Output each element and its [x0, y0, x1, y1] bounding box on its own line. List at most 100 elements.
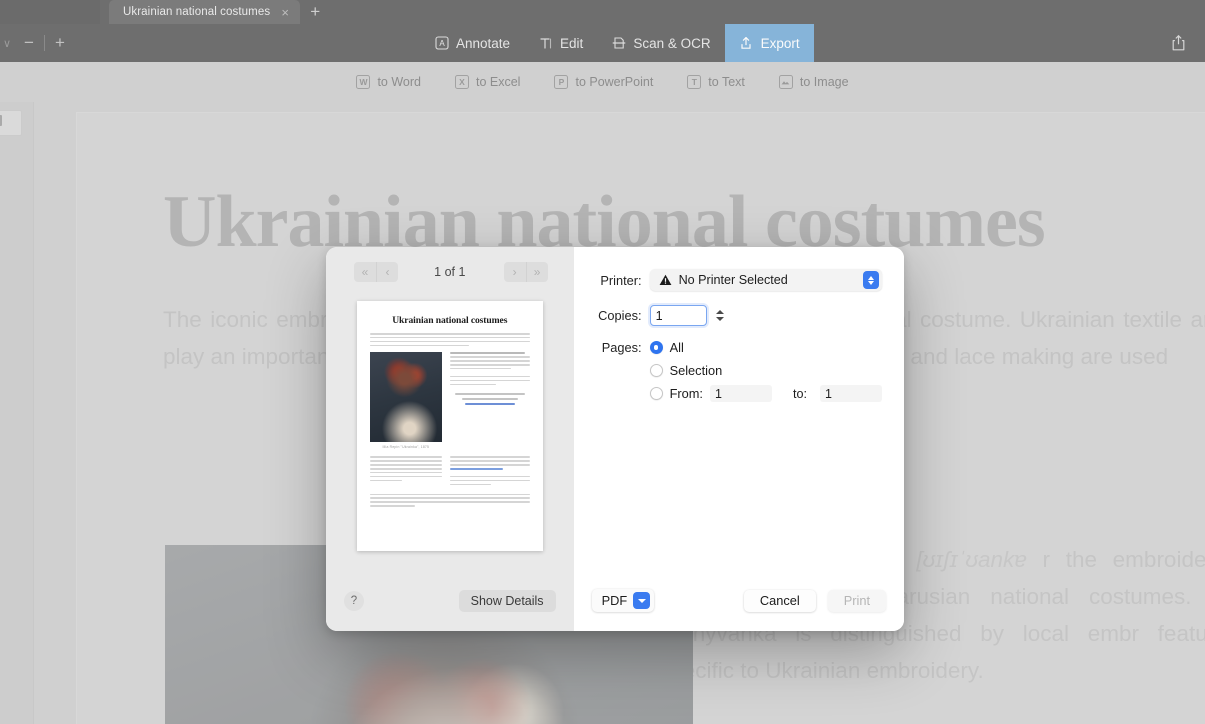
radio-all-label: All: [669, 340, 684, 355]
tab-ukrainian-national-costumes[interactable]: Ukrainian national costumes ×: [109, 0, 301, 24]
radio-selection[interactable]: [649, 363, 663, 377]
chevron-double-right-icon[interactable]: »: [525, 261, 548, 282]
export-to-excel-button[interactable]: X to Excel: [455, 75, 520, 89]
chevron-right-icon[interactable]: ›: [503, 261, 526, 282]
chevron-down-icon[interactable]: ∨: [0, 37, 14, 50]
preview-bottom-right: [449, 456, 530, 487]
scan-ocr-icon: [611, 36, 626, 51]
export-to-powerpoint-button[interactable]: P to PowerPoint: [554, 75, 653, 89]
tab-gap: [100, 0, 109, 24]
dialog-action-buttons: Cancel Print: [743, 589, 886, 612]
preview-pullquote: [450, 393, 530, 406]
export-to-text-button[interactable]: T to Text: [687, 75, 745, 89]
preview-navigation: « ‹ 1 of 1 › »: [326, 247, 574, 296]
close-icon[interactable]: ×: [278, 6, 292, 19]
cancel-button[interactable]: Cancel: [743, 589, 816, 612]
toolbar-mode-group: A Annotate Edit Scan & OCR Export: [420, 24, 814, 62]
print-preview-pane: « ‹ 1 of 1 › » Ukrainian national costum…: [326, 247, 574, 631]
powerpoint-icon: P: [554, 75, 569, 89]
share-icon[interactable]: [1165, 30, 1191, 56]
tab-bar-left-spacer: [0, 0, 100, 24]
pages-radio-group: All Selection From: 1 to: 1: [649, 340, 882, 402]
preview-painting: [369, 352, 442, 443]
excel-icon: X: [455, 75, 469, 89]
annotate-icon: A: [434, 36, 449, 51]
print-dialog[interactable]: « ‹ 1 of 1 › » Ukrainian national costum…: [326, 247, 904, 631]
toolbar-item-label: Edit: [560, 35, 584, 51]
tab-bar: Ukrainian national costumes × +: [0, 0, 1205, 24]
page-thumbnail[interactable]: [0, 110, 22, 136]
toolbar-left-group: ∨ − +: [0, 28, 420, 58]
zoom-out-button[interactable]: −: [14, 28, 44, 58]
warning-triangle-icon: [659, 274, 672, 286]
copies-row: Copies: 1: [592, 305, 882, 326]
pages-to-label: to:: [792, 386, 807, 401]
export-options-bar: W to Word X to Excel P to PowerPoint T t…: [0, 62, 1205, 102]
toolbar-item-edit[interactable]: Edit: [524, 24, 597, 62]
new-tab-icon[interactable]: +: [300, 0, 330, 24]
pages-from-input[interactable]: 1: [709, 385, 772, 402]
zoom-in-button[interactable]: +: [45, 28, 75, 58]
preview-sheet-title: Ukrainian national costumes: [392, 315, 508, 326]
printer-select-value: No Printer Selected: [678, 273, 788, 287]
preview-page-sheet[interactable]: Ukrainian national costumes Illia Repin …: [356, 301, 543, 551]
chevron-left-icon[interactable]: ‹: [376, 261, 398, 282]
export-option-label: to Text: [708, 75, 745, 89]
preview-image-column: Illia Repin "Ukrainka", 1875: [369, 352, 442, 450]
export-option-label: to Image: [799, 75, 849, 89]
tab-title: Ukrainian national costumes: [123, 6, 271, 18]
radio-all[interactable]: [649, 341, 663, 354]
chevron-double-left-icon[interactable]: «: [354, 261, 376, 282]
toolbar-item-export[interactable]: Export: [724, 24, 814, 62]
ipa-pronunciation: [ʊɪʃɪˈʊankɐ: [900, 547, 1027, 572]
text-icon: T: [687, 75, 702, 89]
export-to-image-button[interactable]: to Image: [778, 75, 849, 89]
printer-select-value-wrap: No Printer Selected: [659, 273, 788, 287]
pdf-menu-button[interactable]: PDF: [591, 589, 655, 612]
show-details-button[interactable]: Show Details: [458, 589, 556, 612]
radio-range-label: From:: [669, 386, 703, 401]
radio-range[interactable]: [649, 387, 663, 400]
preview-nav-back-group: « ‹: [354, 261, 398, 282]
printer-row: Printer: No Printer Selected: [592, 269, 882, 291]
preview-sheet-wrapper: Ukrainian national costumes Illia Repin …: [326, 296, 574, 570]
page-counter: 1 of 1: [434, 264, 466, 279]
preview-image-caption: Illia Repin "Ukrainka", 1875: [382, 445, 430, 450]
preview-intro-lines: [369, 333, 530, 347]
export-option-label: to Word: [377, 75, 421, 89]
toolbar-item-scan-ocr[interactable]: Scan & OCR: [597, 24, 724, 62]
pages-row: Pages: All Selection From: 1 to: 1: [592, 340, 882, 402]
pages-label: Pages:: [601, 340, 642, 355]
pages-option-selection[interactable]: Selection: [649, 363, 882, 378]
thumbnail-rail[interactable]: [0, 102, 34, 724]
preview-nav-forward-group: › »: [503, 261, 548, 282]
application-window: Ukrainian national costumes × + ∨ − + A …: [0, 0, 1205, 724]
preview-bottom-left: [369, 456, 442, 487]
pages-option-range[interactable]: From: 1 to: 1: [649, 385, 882, 402]
export-to-word-button[interactable]: W to Word: [356, 75, 421, 89]
edit-text-icon: [538, 36, 553, 51]
main-toolbar: ∨ − + A Annotate Edit Scan & OCR Export: [0, 24, 1205, 62]
pages-to-input[interactable]: 1: [820, 385, 882, 402]
preview-text-column: [449, 352, 530, 449]
print-settings-pane: Printer: No Printer Selected Copies: 1 P…: [573, 247, 904, 631]
toolbar-item-label: Scan & OCR: [633, 35, 711, 51]
export-icon: [739, 36, 754, 51]
pages-option-all[interactable]: All: [649, 340, 882, 355]
printer-label: Printer:: [600, 272, 642, 288]
chevron-down-icon[interactable]: [633, 592, 651, 609]
copies-input[interactable]: 1: [649, 305, 707, 326]
help-button[interactable]: ?: [344, 590, 364, 611]
print-button[interactable]: Print: [827, 589, 886, 612]
toolbar-item-label: Annotate: [456, 35, 511, 51]
export-option-label: to PowerPoint: [575, 75, 654, 89]
printer-select[interactable]: No Printer Selected: [649, 269, 882, 291]
printer-select-stepper-icon[interactable]: [863, 271, 879, 289]
image-icon: [778, 75, 793, 89]
preview-footer: ? Show Details: [326, 570, 574, 631]
dialog-footer: PDF Cancel Print: [574, 570, 904, 631]
svg-text:A: A: [439, 39, 445, 48]
toolbar-right-group: [1165, 30, 1205, 56]
copies-stepper[interactable]: [714, 305, 726, 326]
toolbar-item-annotate[interactable]: A Annotate: [420, 24, 524, 62]
